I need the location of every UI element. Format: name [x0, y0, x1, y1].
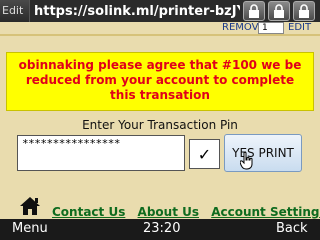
yes-print-button[interactable]: YES PRINT: [224, 134, 302, 172]
account-settings-link[interactable]: Account Settings: [211, 205, 320, 219]
lock-icon: [243, 1, 265, 21]
menu-softkey[interactable]: Menu: [12, 221, 48, 236]
back-softkey[interactable]: Back: [276, 221, 308, 236]
quantity-field[interactable]: 1: [258, 22, 284, 34]
confirmation-message: obinnaking please agree that #100 we be …: [6, 52, 314, 111]
title-bar: Edit https://solink.ml/printer-bzJYbS...: [0, 0, 320, 22]
security-icon[interactable]: [293, 1, 315, 21]
title-edit-button[interactable]: Edit: [0, 0, 30, 22]
padlock-icon[interactable]: [268, 1, 290, 21]
pin-label: Enter Your Transaction Pin: [82, 118, 238, 132]
clock: 23:20: [143, 221, 181, 236]
about-us-link[interactable]: About Us: [138, 205, 199, 219]
softkey-bar: Menu 23:20 Back: [0, 219, 320, 240]
cart-toolbar: REMOVE 1 EDIT: [0, 22, 320, 36]
contact-us-link[interactable]: Contact Us: [52, 205, 125, 219]
edit-link[interactable]: EDIT: [288, 22, 311, 34]
footer-links: Contact Us About Us Account Settings: [52, 205, 320, 219]
page-url: https://solink.ml/printer-bzJYbS...: [34, 3, 240, 19]
agree-checkbox[interactable]: ✓: [189, 139, 220, 169]
pin-input[interactable]: ****************: [17, 135, 185, 171]
home-icon[interactable]: [19, 196, 41, 216]
hand-cursor-icon: [240, 152, 253, 170]
